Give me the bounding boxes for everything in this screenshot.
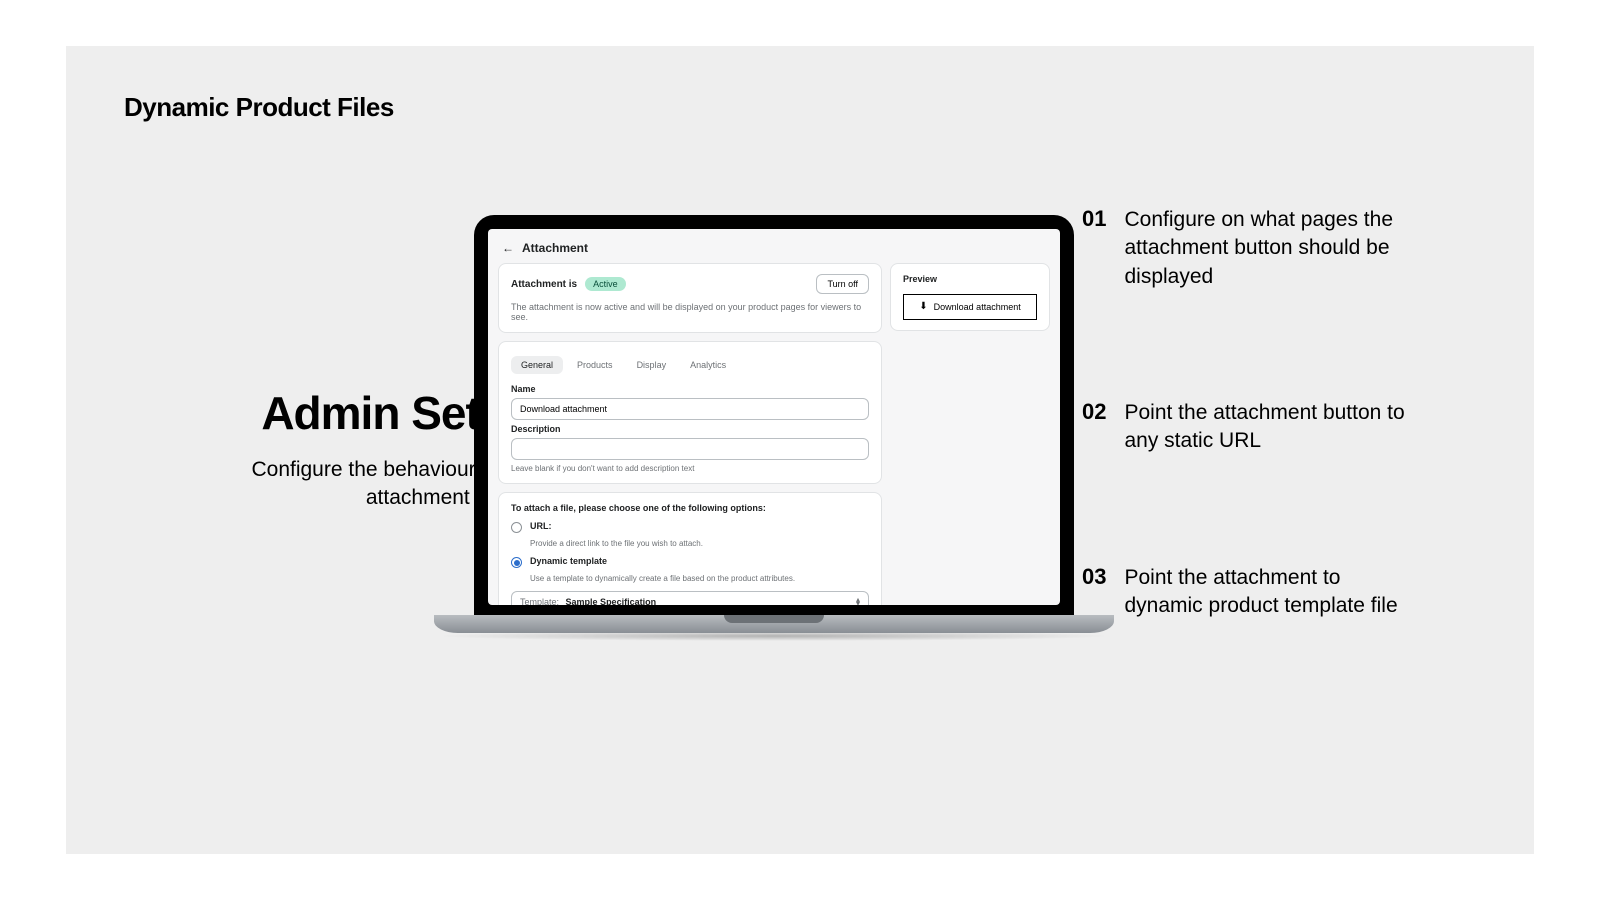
description-input[interactable]	[511, 438, 869, 460]
radio-dynamic-input[interactable]	[511, 557, 522, 568]
preview-label: Preview	[903, 274, 1037, 284]
template-select-label: Template:	[520, 597, 559, 605]
radio-url-desc: Provide a direct link to the file you wi…	[511, 539, 869, 548]
description-hint: Leave blank if you don't want to add des…	[511, 464, 869, 473]
name-label: Name	[511, 384, 869, 394]
admin-page-title: Attachment	[522, 241, 588, 255]
preview-download-button[interactable]: ⬇ Download attachment	[903, 294, 1037, 320]
preview-button-text: Download attachment	[934, 302, 1021, 312]
steps-list: 01 Configure on what pages the attachmen…	[1082, 206, 1412, 728]
tab-products[interactable]: Products	[567, 356, 623, 374]
attach-intro: To attach a file, please choose one of t…	[511, 503, 869, 513]
brand-title: Dynamic Product Files	[124, 92, 394, 123]
radio-dynamic-label: Dynamic template	[530, 556, 607, 566]
laptop-mockup: ← Attachment Attachment is Active	[474, 215, 1074, 641]
template-select[interactable]: Template: Sample Specification ▴▾	[511, 591, 869, 605]
step-text: Configure on what pages the attachment b…	[1124, 206, 1412, 291]
download-icon: ⬇	[919, 302, 927, 312]
step-1: 01 Configure on what pages the attachmen…	[1082, 206, 1412, 291]
radio-dynamic[interactable]: Dynamic template	[511, 556, 869, 568]
status-card: Attachment is Active Turn off The attach…	[498, 263, 882, 333]
attach-card: To attach a file, please choose one of t…	[498, 492, 882, 605]
status-badge: Active	[585, 277, 626, 291]
name-input[interactable]	[511, 398, 869, 420]
step-number: 03	[1082, 564, 1106, 621]
step-text: Point the attachment button to any stati…	[1124, 399, 1412, 456]
step-3: 03 Point the attachment to dynamic produ…	[1082, 564, 1412, 621]
tab-general[interactable]: General	[511, 356, 563, 374]
radio-url[interactable]: URL:	[511, 521, 869, 533]
step-number: 01	[1082, 206, 1106, 291]
status-label: Attachment is	[511, 279, 577, 290]
turn-off-button[interactable]: Turn off	[816, 274, 869, 294]
tab-display[interactable]: Display	[627, 356, 677, 374]
radio-url-label: URL:	[530, 521, 552, 531]
template-select-value: Sample Specification	[566, 597, 657, 605]
general-card: General Products Display Analytics Name …	[498, 341, 882, 484]
admin-header: ← Attachment	[498, 239, 1050, 263]
chevron-updown-icon: ▴▾	[856, 598, 860, 605]
tabs: General Products Display Analytics	[499, 350, 881, 374]
status-description: The attachment is now active and will be…	[511, 302, 869, 322]
step-text: Point the attachment to dynamic product …	[1124, 564, 1412, 621]
step-number: 02	[1082, 399, 1106, 456]
preview-card: Preview ⬇ Download attachment	[890, 263, 1050, 331]
description-label: Description	[511, 424, 869, 434]
radio-dynamic-desc: Use a template to dynamically create a f…	[511, 574, 869, 583]
radio-url-input[interactable]	[511, 522, 522, 533]
back-arrow-icon[interactable]: ←	[502, 241, 514, 255]
step-2: 02 Point the attachment button to any st…	[1082, 399, 1412, 456]
tab-analytics[interactable]: Analytics	[680, 356, 736, 374]
